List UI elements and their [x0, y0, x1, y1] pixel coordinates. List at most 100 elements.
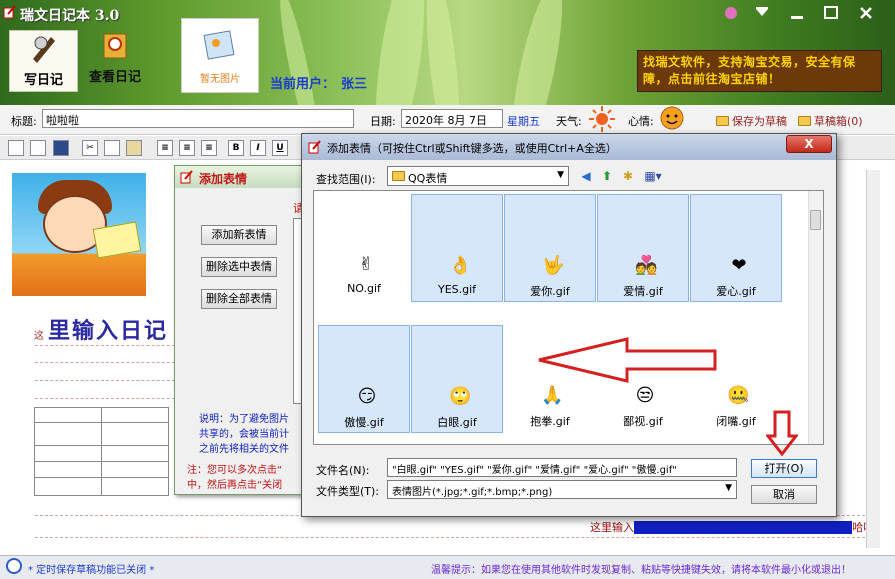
- pointer-arrow-down-icon: [766, 410, 798, 456]
- file-item[interactable]: 👌 YES.gif: [411, 194, 503, 302]
- file-name: 抱拳.gif: [530, 415, 570, 428]
- weather-sun-icon[interactable]: [588, 105, 616, 133]
- table-cell[interactable]: [101, 445, 169, 462]
- paste-icon[interactable]: [126, 140, 142, 156]
- emoticon-note-line: 之前先将相关的文件: [199, 444, 289, 455]
- dropdown-menu-button[interactable]: [749, 3, 774, 23]
- table-cell[interactable]: [101, 407, 169, 423]
- add-emoticon-title: 添加表情: [199, 172, 248, 186]
- save-icon[interactable]: [53, 140, 69, 156]
- file-type-label: 文件类型(T):: [316, 485, 380, 498]
- table-cell[interactable]: [101, 477, 169, 496]
- diary-image-slot[interactable]: 暂无图片: [181, 18, 259, 93]
- look-in-select[interactable]: QQ表情 ▼: [387, 166, 569, 186]
- cut-icon[interactable]: ✂: [82, 140, 98, 156]
- write-diary-button[interactable]: 写日记: [9, 30, 78, 92]
- view-diary-button[interactable]: 查看日记: [82, 28, 148, 94]
- table-cell[interactable]: [34, 477, 102, 496]
- close-button[interactable]: [853, 3, 878, 23]
- current-user: 当前用户： 张三: [270, 73, 367, 92]
- file-item[interactable]: 😏 傲慢.gif: [318, 325, 410, 433]
- app-logo-icon: [3, 5, 16, 19]
- app-logo-icon: [180, 170, 193, 184]
- save-draft-button[interactable]: 保存为草稿: [716, 113, 787, 129]
- draft-box-button[interactable]: 草稿箱(0): [798, 113, 863, 129]
- photo-icon: [203, 30, 235, 60]
- file-name: 傲慢.gif: [344, 416, 384, 429]
- cancel-button[interactable]: 取消: [751, 485, 817, 504]
- emoticon-gif-icon: ❤: [731, 255, 747, 276]
- clock-icon: [6, 558, 22, 574]
- close-icon: [859, 7, 872, 19]
- open-icon[interactable]: [30, 140, 46, 156]
- table-cell[interactable]: [34, 407, 102, 423]
- editor-hint-prefix: 这: [34, 331, 44, 342]
- folder-icon: [392, 171, 405, 181]
- maximize-button[interactable]: [818, 3, 843, 23]
- skin-icon: [724, 7, 737, 19]
- file-item[interactable]: ❤ 爱心.gif: [690, 194, 782, 302]
- notebook-icon: [103, 33, 127, 59]
- delete-selected-emoticon-button[interactable]: 删除选中表情: [201, 257, 277, 277]
- file-name: 鄙视.gif: [623, 415, 663, 428]
- new-folder-icon[interactable]: ✱: [620, 168, 636, 184]
- bold-button[interactable]: B: [228, 140, 244, 156]
- file-dialog-title: 添加表情（可按住Ctrl或Shift键多选，或使用Ctrl+A全选）: [327, 142, 617, 155]
- view-menu-icon[interactable]: ▦▾: [641, 168, 665, 184]
- open-button[interactable]: 打开(O): [751, 459, 817, 478]
- new-document-icon[interactable]: [8, 140, 24, 156]
- file-dialog-close-button[interactable]: X: [786, 135, 832, 153]
- file-item[interactable]: 💑 爱情.gif: [597, 194, 689, 302]
- table-cell[interactable]: [34, 445, 102, 462]
- file-list-scroll-thumb[interactable]: [810, 210, 821, 230]
- italic-button[interactable]: I: [250, 140, 266, 156]
- look-in-label: 查找范围(I):: [316, 173, 376, 186]
- file-item[interactable]: ✌ NO.gif: [318, 194, 410, 302]
- table-cell[interactable]: [34, 422, 102, 446]
- weekday-label: 星期五: [507, 115, 540, 128]
- file-item[interactable]: 🙄 白眼.gif: [411, 325, 503, 433]
- underline-button[interactable]: U: [272, 140, 288, 156]
- folder-icon: [716, 116, 729, 126]
- align-center-icon[interactable]: ≡: [179, 140, 195, 156]
- date-picker[interactable]: 2020年 8月 7日: [401, 109, 503, 128]
- delete-all-emoticon-button[interactable]: 删除全部表情: [201, 289, 277, 309]
- table-cell[interactable]: [101, 461, 169, 478]
- folder-icon: [798, 116, 811, 126]
- emoticon-warning-line: 中，然后再点击“关闭: [187, 480, 283, 491]
- promo-banner[interactable]: 找瑞文软件，支持淘宝交易，安全有保障，点击前往淘宝店铺！: [637, 50, 882, 92]
- emoticon-gif-icon: 👌: [449, 255, 472, 276]
- tip-text: 温馨提示：如果您在使用其他软件时发现复制、粘贴等快捷键失效，请将本软件最小化或退…: [431, 565, 851, 576]
- align-left-icon[interactable]: ≡: [157, 140, 173, 156]
- emoticon-gif-icon: 🤟: [542, 255, 565, 276]
- ruled-line: [35, 380, 185, 381]
- title-input[interactable]: 啦啦啦: [42, 109, 354, 128]
- minimize-icon: [790, 16, 803, 19]
- write-diary-label: 写日记: [23, 73, 63, 88]
- emoticon-gif-icon: ✌: [358, 254, 374, 275]
- view-diary-label: 查看日记: [88, 70, 141, 85]
- table-cell[interactable]: [101, 422, 169, 446]
- up-folder-icon[interactable]: ⬆: [599, 168, 615, 184]
- copy-icon[interactable]: [104, 140, 120, 156]
- emoticon-warning: 注：您可以多次点击“ 中，然后再点击“关闭: [187, 463, 311, 493]
- file-item[interactable]: 🤟 爱你.gif: [504, 194, 596, 302]
- file-name: 爱情.gif: [623, 285, 663, 298]
- table-cell[interactable]: [34, 461, 102, 478]
- skin-button[interactable]: [718, 3, 743, 23]
- weather-label: 天气:: [556, 115, 582, 128]
- add-emoticon-button[interactable]: 添加新表情: [201, 225, 277, 245]
- back-icon[interactable]: ◀: [578, 168, 594, 184]
- chevron-down-icon: ▼: [725, 483, 732, 493]
- file-name-input[interactable]: "白眼.gif" "YES.gif" "爱你.gif" "爱情.gif" "爱心…: [387, 458, 737, 477]
- file-type-select[interactable]: 表情图片(*.jpg;*.gif;*.bmp;*.png) ▼: [387, 480, 737, 499]
- editor-scrollbar[interactable]: [866, 170, 880, 548]
- chevron-down-icon: [755, 7, 768, 16]
- app-title: 瑞文日记本 3.0: [20, 8, 120, 24]
- mood-smiley-icon[interactable]: [659, 105, 685, 131]
- file-name-label: 文件名(N):: [316, 464, 370, 477]
- emoticon-note-line: 说明：为了避免图片: [199, 414, 289, 425]
- align-right-icon[interactable]: ≡: [201, 140, 217, 156]
- minimize-button[interactable]: [784, 3, 809, 23]
- emoticon-gif-icon: 🙏: [541, 385, 564, 406]
